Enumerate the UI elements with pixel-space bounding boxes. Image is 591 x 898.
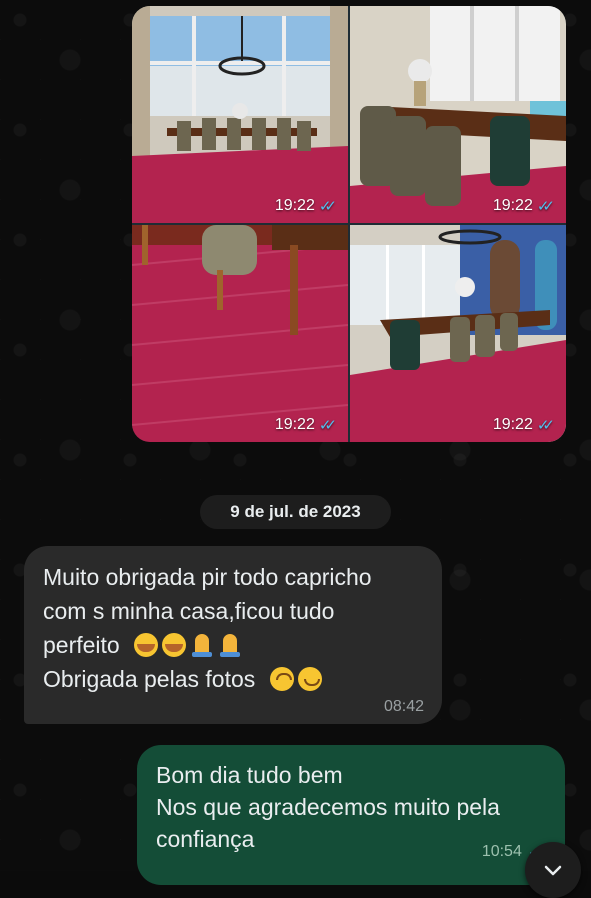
smiling-face-icon: [297, 667, 322, 691]
message-line: Muito obrigada pir todo capricho: [43, 564, 372, 590]
folded-hands-icon: [190, 633, 214, 657]
message-line: Obrigada pelas fotos: [43, 662, 424, 696]
dining-room-photo-2[interactable]: 19:22 ✓✓: [350, 6, 566, 223]
photo-timestamp: 19:22 ✓✓: [492, 197, 555, 215]
outgoing-message-bubble[interactable]: Bom dia tudo bem Nos que agradecemos mui…: [137, 745, 565, 885]
double-check-icon: ✓✓: [536, 198, 555, 215]
message-line: perfeito: [43, 628, 424, 662]
dining-room-photo-3[interactable]: 19:22 ✓✓: [132, 225, 348, 442]
double-check-icon: ✓✓: [318, 417, 337, 434]
double-check-icon: ✓✓: [318, 198, 337, 215]
incoming-message-bubble[interactable]: Muito obrigada pir todo capricho com s m…: [24, 546, 442, 724]
message-line-text: perfeito: [43, 632, 120, 658]
date-separator-label: 9 de jul. de 2023: [230, 502, 361, 521]
upside-down-face-icon: [269, 667, 294, 691]
message-line: com s minha casa,ficou tudo: [43, 598, 335, 624]
smiling-face-with-hearts-icon: [134, 633, 159, 657]
photo-album-bubble[interactable]: 19:22 ✓✓ 19:22 ✓✓ 19:22 ✓✓ 19:22 ✓✓: [132, 6, 566, 442]
dining-room-photo-1[interactable]: 19:22 ✓✓: [132, 6, 348, 223]
scroll-to-bottom-button[interactable]: [525, 842, 581, 898]
message-line: Nos que agradecemos muito pela: [156, 794, 500, 820]
message-line: Bom dia tudo bem: [156, 762, 343, 788]
message-line-text: Obrigada pelas fotos: [43, 666, 256, 692]
message-timestamp: 08:42: [383, 698, 424, 715]
dining-room-photo-4[interactable]: 19:22 ✓✓: [350, 225, 566, 442]
photo-timestamp: 19:22 ✓✓: [492, 416, 555, 434]
smiling-face-with-hearts-icon: [162, 633, 187, 657]
photo-timestamp: 19:22 ✓✓: [274, 416, 337, 434]
double-check-icon: ✓✓: [536, 417, 555, 434]
date-separator: 9 de jul. de 2023: [200, 495, 391, 529]
photo-timestamp: 19:22 ✓✓: [274, 197, 337, 215]
chevron-down-icon: [544, 865, 562, 876]
folded-hands-icon: [218, 633, 242, 657]
